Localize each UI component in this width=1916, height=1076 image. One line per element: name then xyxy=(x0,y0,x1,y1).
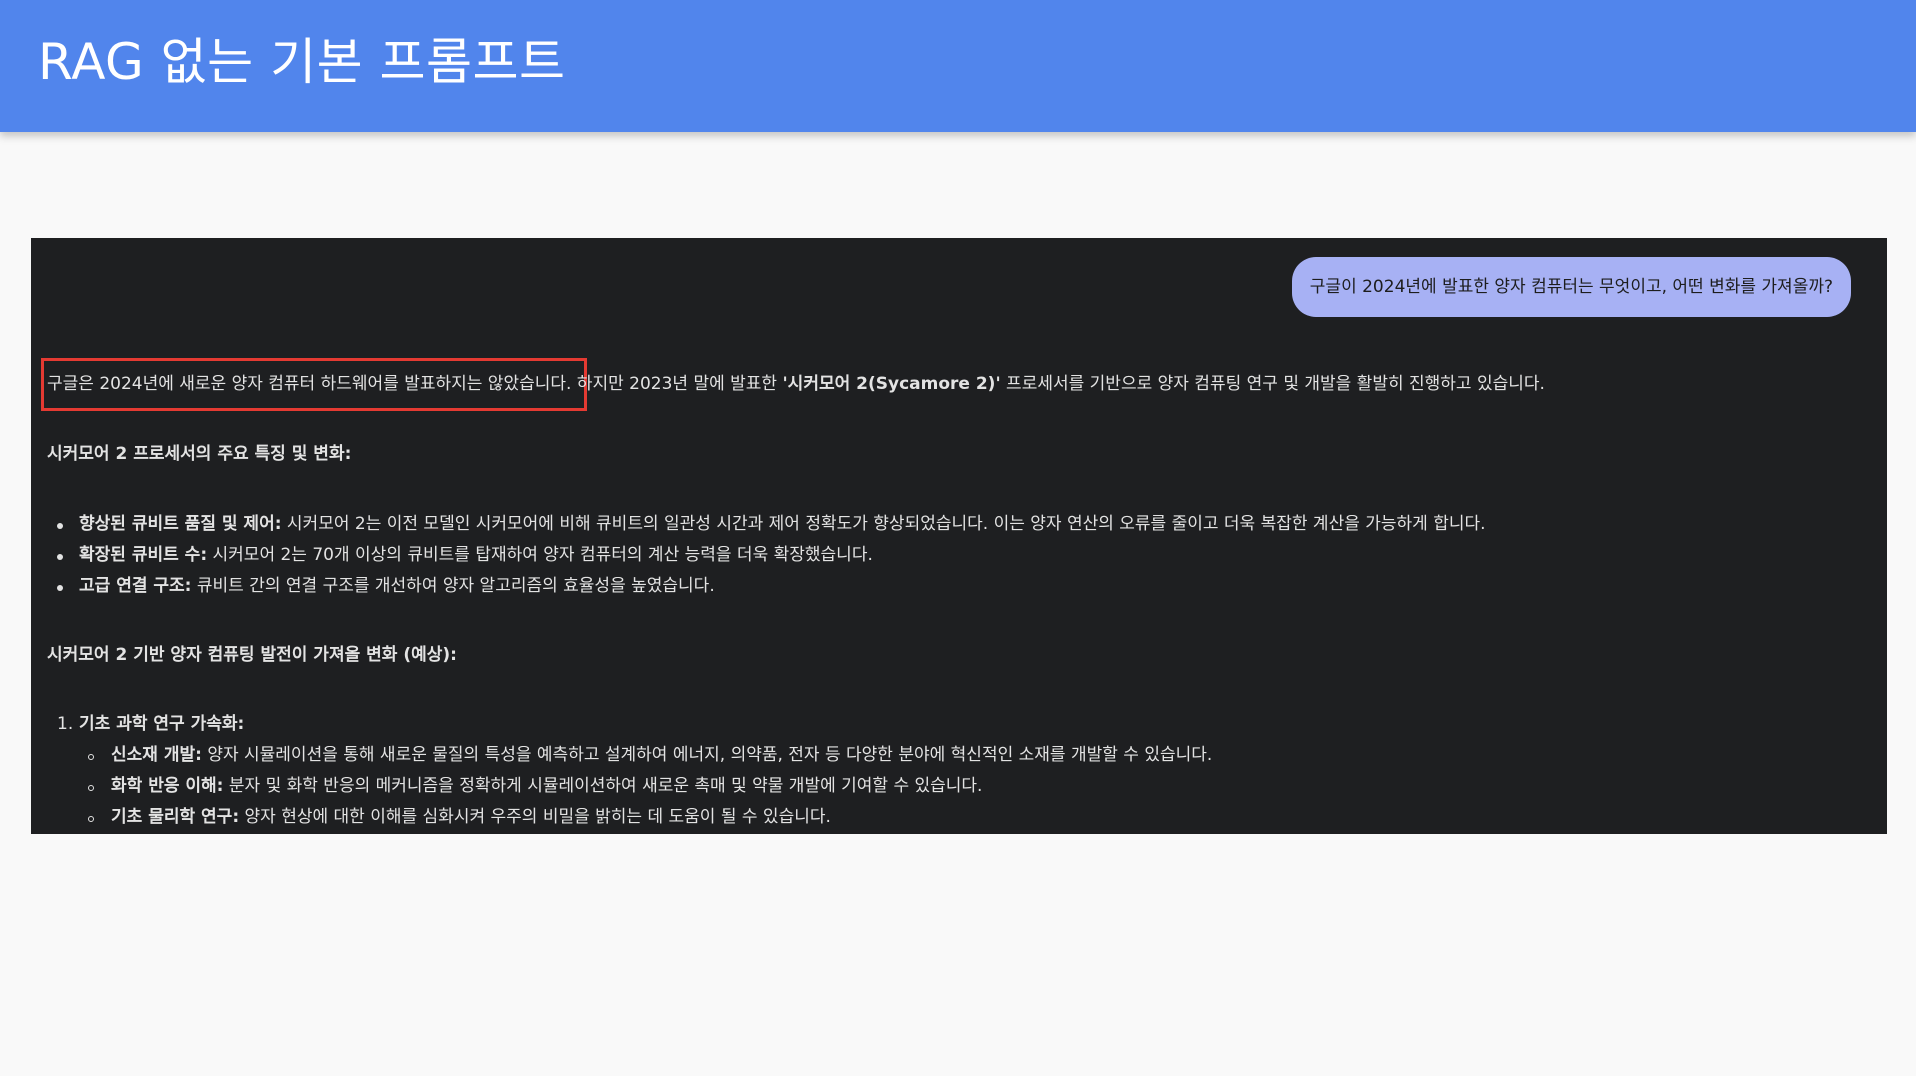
sub-bullet-circle xyxy=(88,785,94,791)
intro-highlighted-sentence: 구글은 2024년에 새로운 양자 컴퓨터 하드웨어를 발표하지는 않았습니다. xyxy=(47,374,572,394)
sub-list-item-label: 신소재 개발: xyxy=(111,745,202,765)
section1-heading-text: 시커모어 2 프로세서의 주요 특징 및 변화: xyxy=(47,444,352,464)
sub-list-item-text: 분자 및 화학 반응의 메커니즘을 정확하게 시뮬레이션하여 새로운 촉매 및 … xyxy=(223,776,983,796)
sub-bullet-circle xyxy=(88,816,94,822)
list-item-text: 시커모어 2는 이전 모델인 시커모어에 비해 큐비트의 일관성 시간과 제어 … xyxy=(281,514,1486,534)
bullet-dot xyxy=(57,585,63,591)
section1-heading: 시커모어 2 프로세서의 주요 특징 및 변화: xyxy=(47,442,351,466)
intro-processor-name: '시커모어 2(Sycamore 2)' xyxy=(782,374,1001,394)
list-item: 확장된 큐비트 수: 시커모어 2는 70개 이상의 큐비트를 탑재하여 양자 … xyxy=(79,543,873,567)
sub-list-item: 기초 물리학 연구: 양자 현상에 대한 이해를 심화시켜 우주의 비밀을 밝히… xyxy=(111,805,831,829)
sub-list-item-text: 양자 현상에 대한 이해를 심화시켜 우주의 비밀을 밝히는 데 도움이 될 수… xyxy=(239,807,831,827)
slide-title: RAG 없는 기본 프롬프트 xyxy=(38,33,566,91)
sub-list-item: 화학 반응 이해: 분자 및 화학 반응의 메커니즘을 정확하게 시뮬레이션하여… xyxy=(111,774,982,798)
sub-bullet-circle xyxy=(88,754,94,760)
ordered-list-item-title: 기초 과학 연구 가속화: xyxy=(79,712,244,736)
sub-list-item: 신소재 개발: 양자 시뮬레이션을 통해 새로운 물질의 특성을 예측하고 설계… xyxy=(111,743,1212,767)
section2-heading: 시커모어 2 기반 양자 컴퓨팅 발전이 가져올 변화 (예상): xyxy=(47,643,457,667)
sub-list-item-label: 기초 물리학 연구: xyxy=(111,807,240,827)
slide-header: RAG 없는 기본 프롬프트 xyxy=(0,0,1916,132)
section2-heading-text: 시커모어 2 기반 양자 컴퓨팅 발전이 가져올 변화 (예상): xyxy=(47,645,457,665)
intro-text-part1: 하지만 2023년 말에 발표한 xyxy=(576,374,783,394)
bullet-dot xyxy=(57,554,63,560)
intro-text-part2: 프로세서를 기반으로 양자 컴퓨팅 연구 및 개발을 활발히 진행하고 있습니다… xyxy=(1000,374,1545,394)
sub-list-item-text: 양자 시뮬레이션을 통해 새로운 물질의 특성을 예측하고 설계하여 에너지, … xyxy=(201,745,1213,765)
list-item-label: 확장된 큐비트 수: xyxy=(79,545,208,565)
sub-list-item-label: 화학 반응 이해: xyxy=(111,776,224,796)
list-item-label: 고급 연결 구조: xyxy=(79,576,192,596)
chat-screenshot-panel: 구글이 2024년에 발표한 양자 컴퓨터는 무엇이고, 어떤 변화를 가져올까… xyxy=(31,238,1887,834)
ordered-list-number: 1. xyxy=(57,714,74,734)
list-item: 향상된 큐비트 품질 및 제어: 시커모어 2는 이전 모델인 시커모어에 비해… xyxy=(79,512,1486,536)
list-item: 고급 연결 구조: 큐비트 간의 연결 구조를 개선하여 양자 알고리즘의 효율… xyxy=(79,574,715,598)
answer-intro: 구글은 2024년에 새로운 양자 컴퓨터 하드웨어를 발표하지는 않았습니다.… xyxy=(47,372,1545,396)
list-item-text: 큐비트 간의 연결 구조를 개선하여 양자 알고리즘의 효율성을 높였습니다. xyxy=(191,576,715,596)
user-query-bubble: 구글이 2024년에 발표한 양자 컴퓨터는 무엇이고, 어떤 변화를 가져올까… xyxy=(1291,257,1851,317)
bullet-dot xyxy=(57,523,63,529)
list-item-label: 향상된 큐비트 품질 및 제어: xyxy=(79,514,282,534)
list-item-text: 시커모어 2는 70개 이상의 큐비트를 탑재하여 양자 컴퓨터의 계산 능력을… xyxy=(207,545,873,565)
ordered-list-title-text: 기초 과학 연구 가속화: xyxy=(79,714,245,734)
